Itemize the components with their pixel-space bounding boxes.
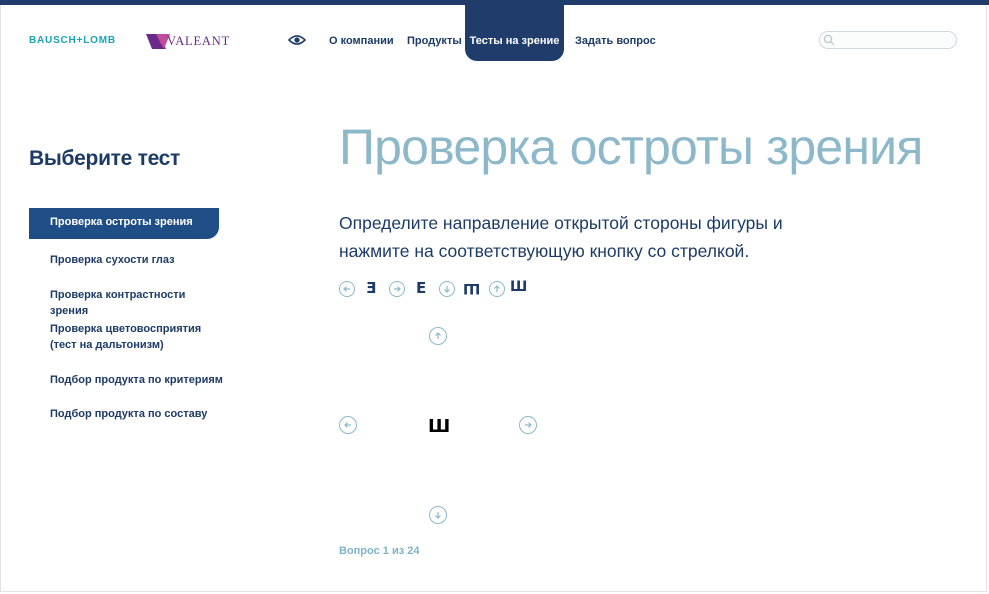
nav-products[interactable]: Продукты [407, 35, 462, 47]
search-input[interactable] [836, 33, 956, 49]
sidebar-item-product-by-composition[interactable]: Подбор продукта по составу [50, 406, 225, 422]
arrow-up-icon [494, 285, 500, 292]
sidebar-item-label: Проверка остроты зрения [50, 216, 193, 228]
arrow-down-icon [444, 286, 450, 293]
nav-vision-tests[interactable]: Тесты на зрение [465, 5, 564, 61]
legend-symbol-right: E [416, 279, 427, 297]
legend-symbol-left: Ǝ [366, 279, 377, 297]
arrow-left-icon [344, 422, 351, 428]
sidebar-item-visual-acuity[interactable]: Проверка остроты зрения [29, 208, 219, 239]
sidebar-title: Выберите тест [29, 147, 181, 170]
legend-down-arrow [439, 281, 455, 297]
eye-icon[interactable] [288, 34, 306, 46]
valeant-logo[interactable]: VALEANT [146, 33, 230, 49]
test-optotype: Ш [428, 416, 451, 437]
answer-left-button[interactable] [339, 416, 357, 434]
valeant-logo-text: VALEANT [167, 33, 231, 48]
arrow-left-icon [343, 286, 350, 292]
nav-vision-tests-label: Тесты на зрение [469, 35, 560, 47]
page-title: Проверка остроты зрения [339, 119, 923, 175]
nav-ask-question[interactable]: Задать вопрос [575, 35, 656, 47]
legend-symbol-down: Ш [463, 280, 481, 296]
answer-right-button[interactable] [519, 416, 537, 434]
arrow-down-icon [435, 512, 441, 519]
sidebar-item-contrast[interactable]: Проверка контрастности зрения [50, 287, 225, 319]
legend-right-arrow [389, 281, 405, 297]
search-icon [823, 34, 835, 46]
legend-symbol-up: Ш [510, 279, 528, 295]
answer-down-button[interactable] [429, 506, 447, 524]
sidebar-item-product-by-criteria[interactable]: Подбор продукта по критериям [50, 372, 225, 388]
arrow-right-icon [394, 286, 401, 292]
bausch-lomb-logo[interactable]: BAUSCH+LOMB [29, 35, 116, 46]
search-box[interactable] [819, 31, 957, 49]
test-instruction: Определите направление открытой стороны … [339, 213, 783, 261]
answer-up-button[interactable] [429, 327, 447, 345]
legend-up-arrow [489, 281, 505, 297]
nav-about[interactable]: О компании [329, 35, 394, 47]
sidebar-item-dry-eye[interactable]: Проверка сухости глаз [50, 252, 225, 268]
question-counter: Вопрос 1 из 24 [339, 545, 420, 557]
sidebar-item-color-blindness[interactable]: Проверка цветовосприятия (тест на дальто… [50, 321, 225, 353]
arrow-right-icon [525, 422, 532, 428]
legend-left-arrow [339, 281, 355, 297]
arrow-up-icon [435, 332, 441, 339]
